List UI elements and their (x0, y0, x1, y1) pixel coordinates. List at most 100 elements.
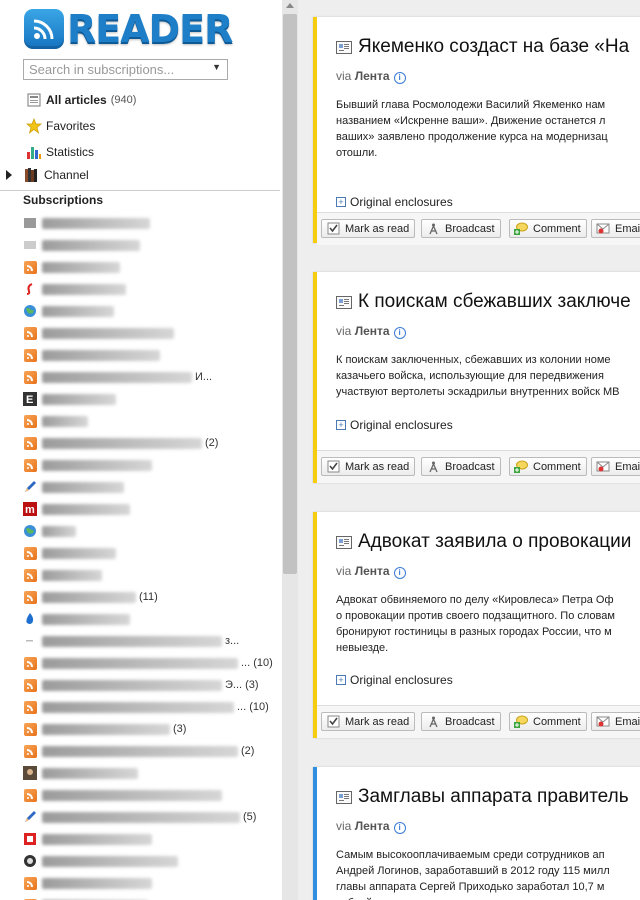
original-enclosures-toggle[interactable]: + Original enclosures (336, 418, 453, 432)
subscription-item[interactable] (23, 456, 152, 474)
search-box[interactable]: ▼ (23, 59, 228, 80)
source-link[interactable]: Лента (355, 819, 390, 833)
sidebar-scrollbar[interactable] (282, 0, 298, 900)
subscription-item[interactable]: И... (23, 368, 212, 386)
scrollbar-thumb[interactable] (283, 14, 297, 574)
subscription-item[interactable] (23, 412, 88, 430)
m-logo-icon: m (23, 502, 37, 516)
nav-channel[interactable]: Channel (6, 165, 89, 185)
source-link[interactable]: Лента (355, 324, 390, 338)
article-card[interactable]: Адвокат заявила о провокации via Лента i Ад… (313, 512, 640, 738)
info-icon[interactable]: i (393, 72, 406, 84)
info-icon[interactable]: i (393, 567, 406, 579)
subscription-item[interactable] (23, 346, 160, 364)
subscription-item[interactable]: (3) (23, 720, 186, 738)
article-card[interactable]: К поискам сбежавших заключе via Лента i К п… (313, 272, 640, 483)
subscription-item[interactable] (23, 544, 116, 562)
original-enclosures-toggle[interactable]: + Original enclosures (336, 195, 453, 209)
blurred-icon (23, 238, 37, 252)
article-title[interactable]: Замглавы аппарата правитель (336, 786, 629, 808)
mail-icon (596, 715, 610, 728)
nav-favorites[interactable]: Favorites (26, 116, 95, 136)
article-body-line: Андрей Логинов, заработавший в 2012 году… (336, 865, 610, 877)
subscription-item[interactable] (23, 566, 102, 584)
subscription-item[interactable] (23, 896, 148, 900)
subscription-item[interactable]: m (23, 500, 130, 518)
books-icon (24, 167, 40, 183)
subscription-item[interactable]: (2) (23, 434, 218, 452)
comment-add-icon (514, 715, 528, 728)
redacted-feed-title (42, 613, 130, 625)
subscription-item[interactable] (23, 852, 178, 870)
redacted-feed-title (42, 481, 124, 493)
subscription-item[interactable] (23, 258, 120, 276)
redacted-feed-title (42, 657, 238, 669)
article-title[interactable]: Якеменко создаст на базе «На (336, 36, 629, 58)
subscription-item[interactable] (23, 522, 76, 540)
article-title[interactable]: К поискам сбежавших заключе (336, 291, 631, 313)
article-icon (336, 295, 352, 309)
subscription-item[interactable]: E (23, 390, 116, 408)
email-button-label: Email (615, 222, 640, 235)
comment-button[interactable]: Comment (509, 457, 587, 476)
app-logo[interactable]: READER (24, 6, 233, 52)
article-card[interactable]: Якеменко создаст на базе «На via Лента i Бы… (313, 17, 640, 245)
source-link[interactable]: Лента (355, 69, 390, 83)
nav-all-articles[interactable]: All articles (940) (26, 90, 136, 110)
subscription-item[interactable] (23, 478, 124, 496)
nav-statistics[interactable]: Statistics (26, 142, 94, 162)
article-title-text[interactable]: Адвокат заявила о провокации (358, 531, 631, 553)
scroll-up-icon[interactable] (286, 3, 294, 8)
expand-arrow-icon[interactable] (6, 170, 12, 180)
subscription-item[interactable] (23, 236, 140, 254)
subscription-item[interactable]: (11) (23, 588, 158, 606)
subscription-item[interactable] (23, 214, 150, 232)
email-button[interactable]: Email (591, 457, 640, 476)
search-input[interactable] (24, 60, 209, 79)
article-title-text[interactable]: Замглавы аппарата правитель (358, 786, 629, 808)
subscription-item[interactable] (23, 280, 126, 298)
redacted-feed-title (42, 525, 76, 537)
email-button[interactable]: Email (591, 712, 640, 731)
article-body-line: ваших» заявлено продолжение курса на мод… (336, 131, 608, 143)
subscription-item[interactable] (23, 324, 174, 342)
broadcast-button[interactable]: Broadcast (421, 457, 501, 476)
redacted-feed-title (42, 239, 140, 251)
redacted-feed-title (42, 723, 170, 735)
subscription-item[interactable]: (2) (23, 742, 254, 760)
subscription-item[interactable]: (5) (23, 808, 256, 826)
info-icon[interactable]: i (393, 822, 406, 834)
mark-as-read-button[interactable]: Mark as read (321, 219, 416, 238)
expand-plus-icon[interactable]: + (336, 197, 346, 207)
email-button[interactable]: Email (591, 219, 640, 238)
subscription-item[interactable]: ... (10) (23, 698, 269, 716)
original-enclosures-toggle[interactable]: + Original enclosures (336, 673, 453, 687)
subscription-item[interactable]: Э... (3) (23, 676, 259, 694)
subscription-item[interactable] (23, 830, 152, 848)
mark-as-read-button[interactable]: Mark as read (321, 712, 416, 731)
comment-button[interactable]: Comment (509, 712, 587, 731)
article-title-text[interactable]: К поискам сбежавших заключе (358, 291, 631, 313)
source-link[interactable]: Лента (355, 564, 390, 578)
subscription-item[interactable] (23, 874, 152, 892)
article-body: Адвокат обвиняемого по делу «Кировлеса» … (336, 592, 640, 656)
logo-text: READER (67, 7, 233, 51)
subscription-item[interactable] (23, 610, 130, 628)
broadcast-button[interactable]: Broadcast (421, 712, 501, 731)
article-card[interactable]: Замглавы аппарата правитель via Лента i Сам… (313, 767, 640, 900)
subscription-item[interactable]: ... (10) (23, 654, 273, 672)
subscription-item[interactable] (23, 302, 114, 320)
comment-button[interactable]: Comment (509, 219, 587, 238)
info-icon[interactable]: i (393, 327, 406, 339)
subscription-item[interactable] (23, 786, 222, 804)
mark-as-read-button[interactable]: Mark as read (321, 457, 416, 476)
search-dropdown-icon[interactable]: ▼ (212, 62, 221, 72)
expand-plus-icon[interactable]: + (336, 420, 346, 430)
redacted-feed-title (42, 503, 130, 515)
broadcast-button[interactable]: Broadcast (421, 219, 501, 238)
subscription-item[interactable] (23, 764, 138, 782)
article-title[interactable]: Адвокат заявила о провокации (336, 531, 631, 553)
subscription-item[interactable]: з... (23, 632, 239, 650)
expand-plus-icon[interactable]: + (336, 675, 346, 685)
article-title-text[interactable]: Якеменко создаст на базе «На (358, 36, 629, 58)
